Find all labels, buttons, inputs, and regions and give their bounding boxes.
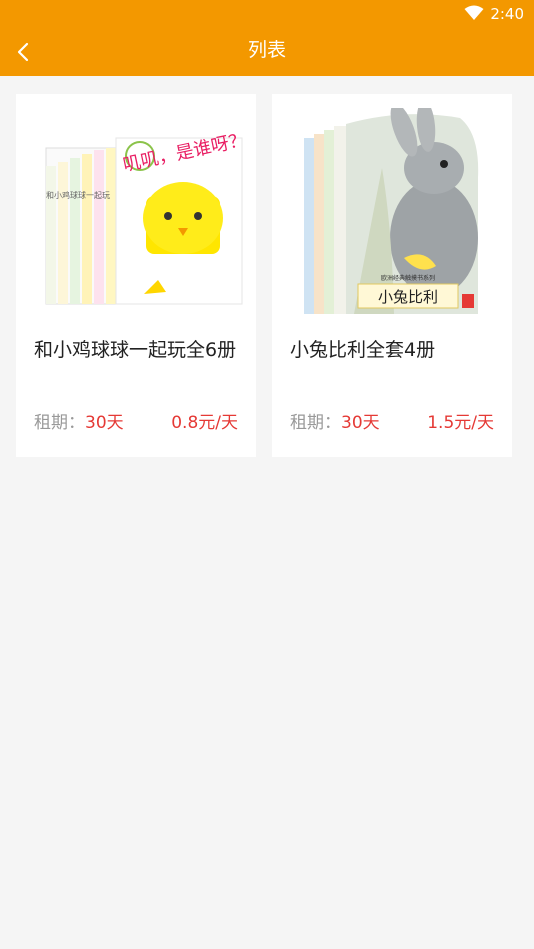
term-value: 30天 bbox=[85, 413, 124, 433]
cover-headline: 小兔比利 bbox=[378, 288, 438, 306]
term-value: 30天 bbox=[341, 413, 380, 433]
product-card[interactable]: 小兔比利 欧洲经典触摸书系列 小兔比利全套4册 租期：30天 1.5元/天 bbox=[272, 94, 512, 457]
status-time: 2:40 bbox=[490, 5, 524, 23]
daily-price: 0.8元/天 bbox=[171, 413, 238, 433]
status-bar: 2:40 bbox=[0, 0, 534, 28]
cover-series-label: 和小鸡球球一起玩 bbox=[46, 190, 110, 200]
wifi-icon bbox=[464, 5, 484, 20]
product-meta: 租期：30天 1.5元/天 bbox=[290, 408, 494, 433]
book-cover-image: 小兔比利 欧洲经典触摸书系列 bbox=[304, 108, 479, 315]
page-title: 列表 bbox=[247, 39, 286, 61]
product-meta: 租期：30天 0.8元/天 bbox=[34, 408, 238, 433]
product-name: 小兔比利全套4册 bbox=[290, 339, 436, 361]
product-name: 和小鸡球球一起玩全6册 bbox=[34, 339, 237, 361]
book-cover-image: 叽叽，是谁呀？ 和小鸡球球一起玩 bbox=[45, 129, 244, 305]
cover-series-label: 欧洲经典触摸书系列 bbox=[381, 274, 435, 282]
daily-price: 1.5元/天 bbox=[427, 413, 494, 433]
term-label: 租期： bbox=[290, 413, 341, 433]
product-card[interactable]: 叽叽，是谁呀？ 和小鸡球球一起玩 和小鸡球球一起玩全6册 租期：30天 0.8元… bbox=[16, 94, 256, 457]
term-label: 租期： bbox=[34, 413, 85, 433]
app-bar: 列表 bbox=[0, 28, 534, 76]
